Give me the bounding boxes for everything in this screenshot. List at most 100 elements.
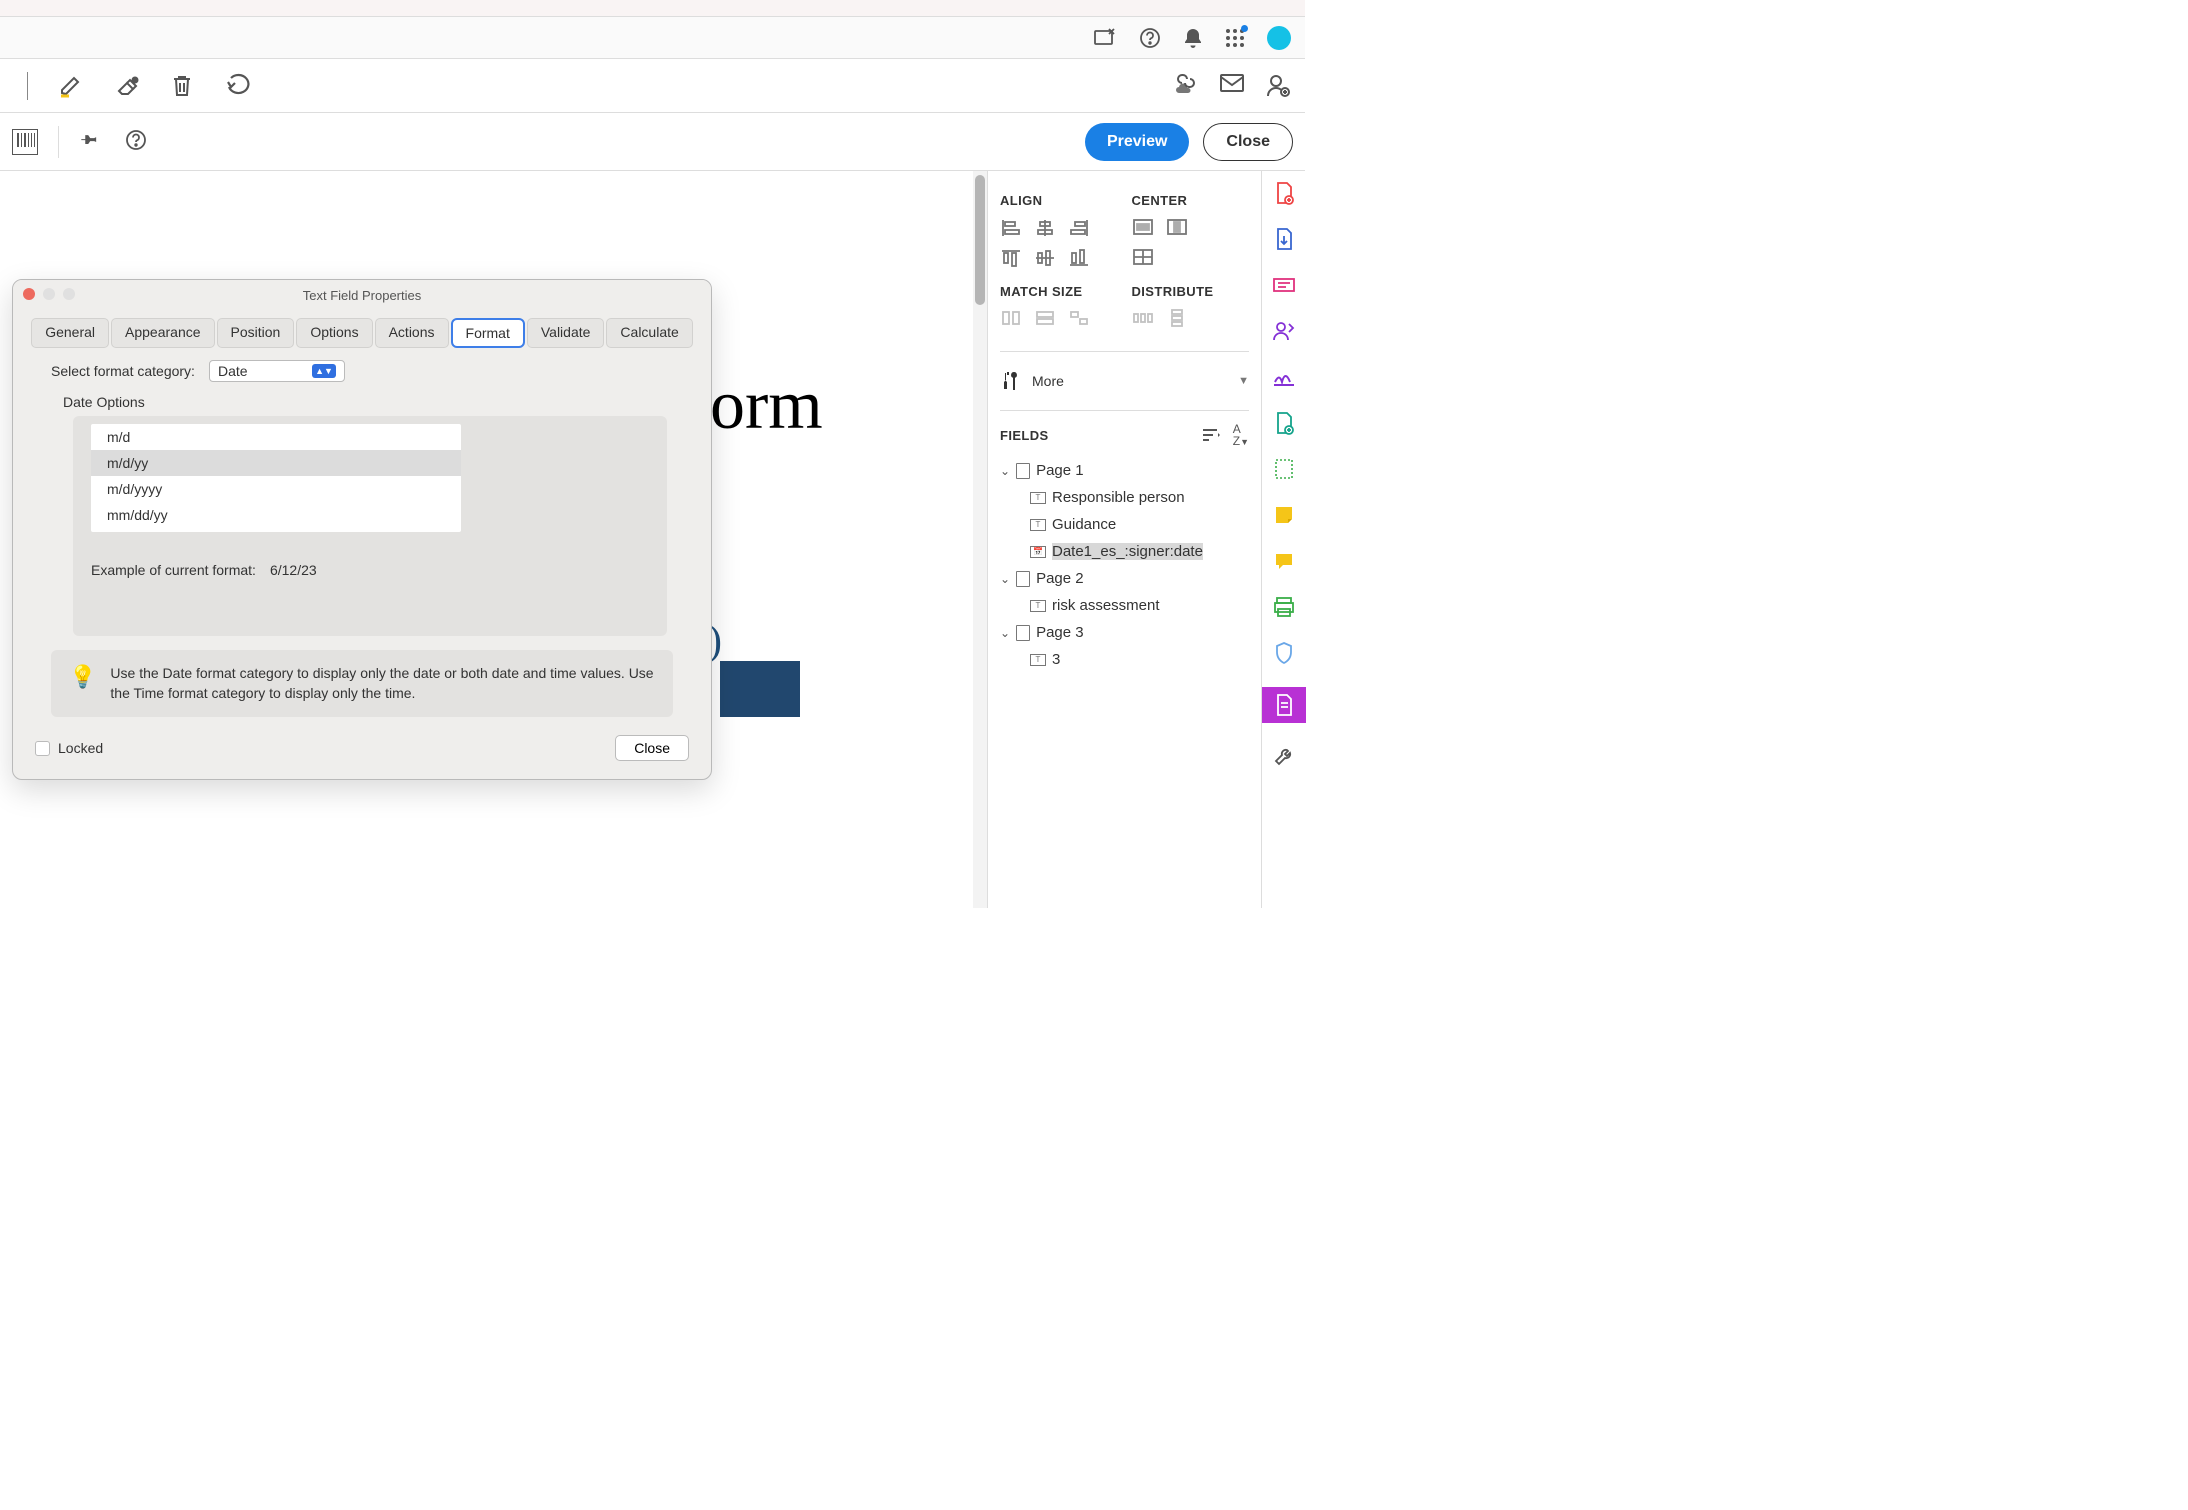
protect-icon[interactable] <box>1272 641 1296 665</box>
sticky-note-icon[interactable] <box>1272 503 1296 527</box>
center-both-icon[interactable] <box>1132 248 1154 268</box>
tab-format[interactable]: Format <box>451 318 525 348</box>
export-pdf-icon[interactable] <box>1272 227 1296 251</box>
tree-node-page1[interactable]: ⌄ Page 1 <box>1000 457 1249 484</box>
print-icon[interactable] <box>1272 595 1296 619</box>
more-label: More <box>1032 373 1064 389</box>
barcode-icon[interactable] <box>12 129 38 155</box>
create-pdf-icon[interactable] <box>1272 181 1296 205</box>
list-item-mdyyyy[interactable]: m/d/yyyy <box>91 476 461 502</box>
document-canvas[interactable]: orm ls) Text Field Properties General Ap… <box>0 171 988 908</box>
more-tools-wrench-icon[interactable] <box>1272 745 1296 769</box>
share-screen-icon[interactable] <box>1093 27 1117 49</box>
tab-options[interactable]: Options <box>296 318 372 348</box>
textfield-icon: T <box>1030 600 1046 612</box>
tree-node-page2[interactable]: ⌄ Page 2 <box>1000 565 1249 592</box>
add-person-icon[interactable] <box>1265 73 1291 99</box>
chevron-down-icon: ⌄ <box>1000 626 1010 640</box>
mail-icon[interactable] <box>1219 73 1245 99</box>
chevron-down-icon: ▼ <box>1238 375 1249 387</box>
match-size-title: MATCH SIZE <box>1000 284 1118 299</box>
tree-label: Guidance <box>1052 516 1116 533</box>
tree-leaf-3[interactable]: T 3 <box>1000 646 1249 673</box>
eraser-icon[interactable] <box>114 73 140 99</box>
more-tools-row[interactable]: More ▼ <box>1000 364 1249 398</box>
distribute-v-icon <box>1166 309 1188 329</box>
tool-truncated-icon <box>14 72 28 100</box>
tab-validate[interactable]: Validate <box>527 318 605 348</box>
center-title: CENTER <box>1132 193 1250 208</box>
preview-button[interactable]: Preview <box>1085 123 1189 161</box>
close-button[interactable]: Close <box>1203 123 1293 161</box>
request-signatures-icon[interactable] <box>1272 319 1296 343</box>
date-format-list[interactable]: m/d m/d/yy m/d/yyyy mm/dd/yy <box>91 424 461 532</box>
locked-checkbox[interactable]: Locked <box>35 740 103 756</box>
match-height-icon <box>1034 309 1056 329</box>
lightbulb-icon: 💡 <box>69 664 96 690</box>
trash-icon[interactable] <box>170 73 196 99</box>
prepare-form-icon[interactable] <box>1262 687 1306 723</box>
list-item-md[interactable]: m/d <box>91 424 461 450</box>
tree-leaf-responsible[interactable]: T Responsible person <box>1000 484 1249 511</box>
edit-pdf-icon[interactable] <box>1272 273 1296 297</box>
tab-calculate[interactable]: Calculate <box>606 318 692 348</box>
format-category-value: Date <box>218 363 248 379</box>
checkbox-box-icon[interactable] <box>35 741 50 756</box>
align-top-icon[interactable] <box>1000 248 1022 268</box>
align-title: ALIGN <box>1000 193 1118 208</box>
tree-leaf-risk[interactable]: T risk assessment <box>1000 592 1249 619</box>
panel-divider-2 <box>1000 410 1249 411</box>
dialog-tabbar: General Appearance Position Options Acti… <box>13 310 711 358</box>
tools-icon <box>1000 370 1022 392</box>
dialog-close-button[interactable]: Close <box>615 735 689 761</box>
hint-box: 💡 Use the Date format category to displa… <box>51 650 673 717</box>
chevron-down-icon: ⌄ <box>1000 572 1010 586</box>
align-bottom-icon[interactable] <box>1068 248 1090 268</box>
tab-appearance[interactable]: Appearance <box>111 318 215 348</box>
tab-general[interactable]: General <box>31 318 109 348</box>
comment-icon[interactable] <box>1272 549 1296 573</box>
highlighter-icon[interactable] <box>58 73 84 99</box>
dialog-titlebar[interactable]: Text Field Properties <box>13 280 711 310</box>
align-left-icon[interactable] <box>1000 218 1022 238</box>
align-center-h-icon[interactable] <box>1034 218 1056 238</box>
window-controls[interactable] <box>23 288 75 300</box>
sort-lines-icon[interactable] <box>1201 427 1221 443</box>
bell-icon[interactable] <box>1183 27 1203 49</box>
canvas-scrollbar-thumb[interactable] <box>975 175 985 305</box>
center-h-icon[interactable] <box>1132 218 1154 238</box>
align-middle-v-icon[interactable] <box>1034 248 1056 268</box>
tree-node-page3[interactable]: ⌄ Page 3 <box>1000 619 1249 646</box>
help-icon[interactable] <box>1139 27 1161 49</box>
sort-az-icon[interactable]: AZ▼ <box>1233 423 1249 447</box>
format-category-select[interactable]: Date ▲▼ <box>209 360 345 382</box>
locked-label: Locked <box>58 740 103 756</box>
list-item-mmddyy[interactable]: mm/dd/yy <box>91 502 461 528</box>
fill-sign-icon[interactable] <box>1272 365 1296 389</box>
help-circle-icon[interactable] <box>125 129 151 155</box>
pin-icon[interactable] <box>79 129 105 155</box>
align-right-icon[interactable] <box>1068 218 1090 238</box>
link-cloud-icon[interactable] <box>1173 73 1199 99</box>
list-item-mdyy[interactable]: m/d/yy <box>91 450 461 476</box>
date-options-panel: m/d m/d/yy m/d/yyyy mm/dd/yy Example of … <box>73 416 667 636</box>
date-options-title: Date Options <box>13 392 711 416</box>
window-minimize-icon <box>43 288 55 300</box>
tab-actions[interactable]: Actions <box>375 318 449 348</box>
tree-leaf-date1[interactable]: 📅 Date1_es_:signer:date <box>1000 538 1249 565</box>
organize-pages-icon[interactable] <box>1272 411 1296 435</box>
tree-label: Page 1 <box>1036 462 1084 479</box>
distribute-title: DISTRIBUTE <box>1132 284 1250 299</box>
dialog-title: Text Field Properties <box>303 288 422 303</box>
tree-leaf-guidance[interactable]: T Guidance <box>1000 511 1249 538</box>
window-close-icon[interactable] <box>23 288 35 300</box>
canvas-scrollbar-track[interactable] <box>973 171 987 908</box>
apps-grid-icon[interactable] <box>1225 28 1245 48</box>
tab-position[interactable]: Position <box>217 318 295 348</box>
send-comments-icon[interactable] <box>1272 457 1296 481</box>
avatar[interactable] <box>1267 26 1291 50</box>
doc-heading-fragment: orm <box>710 366 823 446</box>
center-v-icon[interactable] <box>1166 218 1188 238</box>
main-toolbar <box>0 59 1305 113</box>
undo-icon[interactable] <box>226 73 252 99</box>
